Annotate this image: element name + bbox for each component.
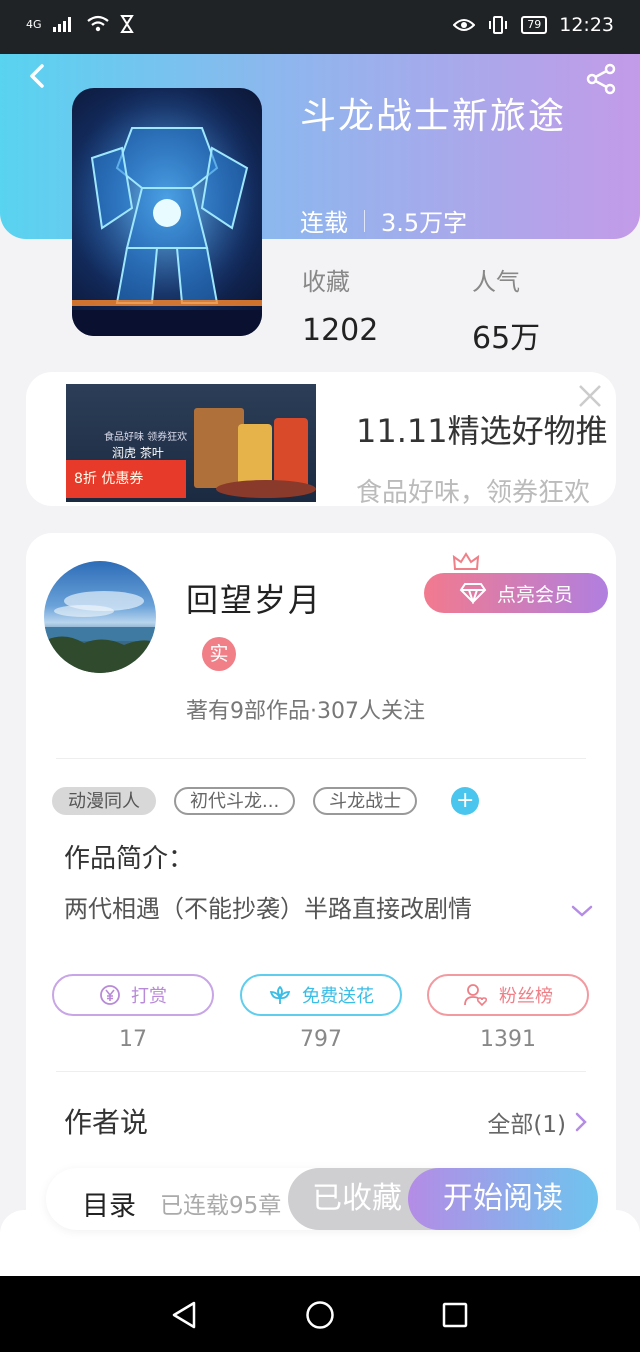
catalog-button[interactable]: 目录 [82, 1184, 136, 1223]
stat-label: 收藏 [302, 268, 350, 296]
signal-icon [52, 17, 71, 32]
divider [56, 1071, 586, 1072]
yuan-icon [100, 985, 120, 1005]
ad-close-button[interactable] [576, 382, 604, 418]
intro-text: 两代相遇（不能抄袭）半路直接改剧情 [64, 895, 472, 923]
network-label: 4G [26, 17, 42, 31]
flower-count: 797 [300, 1027, 342, 1052]
book-title: 斗龙战士新旅途 [300, 96, 567, 137]
ad-subtitle: 食品好味，领券狂欢 [356, 478, 591, 506]
intro-label: 作品简介： [64, 844, 195, 874]
ad-image[interactable]: 食品好味 领券狂欢 润虎 茶叶 8折 优惠券 [66, 384, 316, 502]
author-stats: 著有9部作品·307人关注 [186, 699, 425, 724]
coupon-badge: 8折 优惠券 [66, 460, 186, 498]
vip-button-label: 点亮会员 [496, 583, 573, 606]
user-heart-icon [464, 984, 488, 1007]
meta-divider [364, 209, 365, 232]
cover-art-icon [72, 88, 262, 336]
clock: 12:23 [559, 14, 614, 36]
tip-button[interactable]: 打赏 [52, 974, 214, 1016]
author-says-title: 作者说 [64, 1106, 149, 1139]
chevron-right-icon [575, 1112, 587, 1132]
add-tag-button[interactable]: + [451, 787, 480, 815]
ad-title: 11.11精选好物推 [356, 412, 608, 450]
stat-popularity: 人气 65万 [472, 262, 540, 357]
divider [56, 758, 586, 759]
book-status: 连载 [300, 209, 348, 237]
vip-button[interactable]: 点亮会员 [424, 573, 608, 613]
tip-count: 17 [119, 1027, 147, 1052]
tag-item[interactable]: 斗龙战士 [313, 787, 418, 815]
stat-value: 65万 [472, 321, 541, 356]
chevron-left-icon [30, 64, 44, 88]
system-nav-bar [0, 1276, 640, 1352]
start-reading-button[interactable]: 开始阅读 [408, 1168, 598, 1230]
fan-count: 1391 [480, 1027, 536, 1052]
hourglass-icon [119, 15, 134, 33]
all-link-label: 全部(1) [487, 1112, 566, 1138]
ad-card[interactable]: 食品好味 领券狂欢 润虎 茶叶 8折 优惠券 11.11精选好物推 食品好味，领… [26, 372, 616, 506]
status-left: 4G [26, 15, 134, 33]
fan-rank-button[interactable]: 粉丝榜 [427, 974, 589, 1016]
book-meta: 连载 3.5万字 [300, 203, 467, 238]
diamond-icon [459, 583, 487, 604]
stat-favorites: 收藏 1202 [302, 262, 378, 348]
book-cover[interactable] [72, 88, 262, 336]
tip-label: 打赏 [131, 986, 167, 1007]
tag-item[interactable]: 动漫同人 [52, 787, 156, 815]
tea-box [194, 408, 244, 488]
tag-list: 动漫同人 初代斗龙... 斗龙战士 + [52, 787, 480, 815]
book-word-count: 3.5万字 [381, 209, 468, 237]
chevron-down-icon[interactable] [570, 903, 594, 919]
flower-icon [269, 985, 291, 1004]
fan-rank-label: 粉丝榜 [499, 986, 553, 1007]
author-name[interactable]: 回望岁月 [186, 575, 322, 621]
avatar-landscape-icon [44, 591, 156, 673]
battery-indicator: 79 [521, 16, 548, 34]
ad-image-caption: 食品好味 领券狂欢 [104, 432, 188, 443]
wifi-icon [86, 15, 109, 32]
verified-badge: 实 [202, 637, 236, 671]
author-card: 回望岁月 实 著有9部作品·307人关注 点亮会员 动漫同人 初代斗龙... 斗… [26, 533, 616, 1273]
serial-count[interactable]: 已连载95章 [160, 1186, 290, 1220]
share-icon [586, 63, 616, 95]
home-circle-icon[interactable] [305, 1300, 335, 1330]
stat-value: 1202 [302, 313, 379, 348]
tag-item[interactable]: 初代斗龙... [174, 787, 296, 815]
recents-square-icon[interactable] [442, 1302, 468, 1328]
back-button[interactable] [22, 60, 54, 92]
back-triangle-icon[interactable] [170, 1300, 198, 1330]
tea-plate [216, 480, 316, 498]
avatar[interactable] [44, 561, 156, 673]
status-right: 79 12:23 [453, 14, 614, 36]
close-icon [579, 385, 601, 407]
status-bar: 4G 79 12:23 [0, 0, 640, 54]
all-comments-link[interactable]: 全部(1) [487, 1105, 588, 1139]
send-flower-label: 免费送花 [302, 986, 374, 1007]
eye-icon [453, 19, 476, 31]
vibrate-icon [489, 16, 508, 34]
crown-icon [452, 552, 480, 570]
ad-image-brand: 润虎 茶叶 [112, 446, 164, 460]
send-flower-button[interactable]: 免费送花 [240, 974, 402, 1016]
stat-label: 人气 [472, 268, 520, 296]
share-button[interactable] [584, 62, 618, 96]
